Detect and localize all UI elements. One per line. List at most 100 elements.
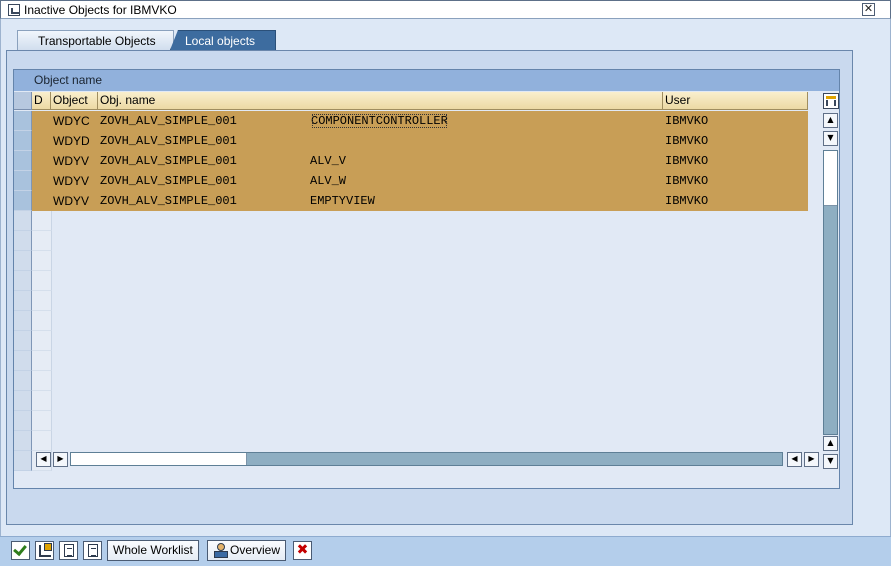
cell-d[interactable] bbox=[32, 151, 51, 171]
row-selector[interactable] bbox=[14, 311, 32, 331]
cell-obj-name[interactable]: ZOVH_ALV_SIMPLE_001 bbox=[98, 151, 308, 171]
row-selector[interactable] bbox=[14, 111, 32, 131]
whole-worklist-label: Whole Worklist bbox=[113, 543, 193, 557]
table-row[interactable]: WDYV ZOVH_ALV_SIMPLE_001 ALV_W IBMVKO bbox=[14, 171, 808, 191]
column-header-obj-name[interactable]: Obj. name bbox=[98, 92, 663, 110]
row-selector[interactable] bbox=[14, 331, 32, 351]
row-selector[interactable] bbox=[14, 271, 32, 291]
empty-row bbox=[14, 411, 808, 431]
cell-sub-name[interactable] bbox=[308, 131, 663, 151]
detail-icon[interactable] bbox=[83, 541, 102, 560]
cell-obj-name[interactable]: ZOVH_ALV_SIMPLE_001 bbox=[98, 191, 308, 211]
layout-config-icon[interactable] bbox=[823, 93, 839, 109]
scroll-down-bottom-icon[interactable]: ▼ bbox=[823, 454, 838, 469]
scroll-left-icon[interactable]: ◀ bbox=[36, 452, 51, 467]
scroll-right-icon[interactable]: ▶ bbox=[53, 452, 68, 467]
select-icon[interactable] bbox=[59, 541, 78, 560]
cell-user[interactable]: IBMVKO bbox=[663, 191, 808, 211]
table-row[interactable]: WDYV ZOVH_ALV_SIMPLE_001 EMPTYVIEW IBMVKO bbox=[14, 191, 808, 211]
empty-cell bbox=[32, 371, 52, 391]
empty-cell bbox=[32, 351, 52, 371]
empty-cell bbox=[32, 411, 52, 431]
row-selector[interactable] bbox=[14, 211, 32, 231]
column-header-d[interactable]: D bbox=[32, 92, 51, 110]
column-header-object[interactable]: Object bbox=[51, 92, 98, 110]
cell-user[interactable]: IBMVKO bbox=[663, 111, 808, 131]
row-selector[interactable] bbox=[14, 411, 32, 431]
empty-cell bbox=[32, 291, 52, 311]
scroll-up-icon[interactable]: ▲ bbox=[823, 113, 838, 128]
window-title: Inactive Objects for IBMVKO bbox=[24, 2, 177, 17]
vertical-scroll-thumb[interactable] bbox=[824, 151, 837, 206]
overview-button[interactable]: Overview bbox=[207, 540, 287, 561]
row-selector[interactable] bbox=[14, 151, 32, 171]
empty-cell bbox=[32, 311, 52, 331]
overview-label: Overview bbox=[230, 543, 281, 557]
row-selector[interactable] bbox=[14, 371, 32, 391]
cell-user[interactable]: IBMVKO bbox=[663, 151, 808, 171]
vertical-scrollbar[interactable] bbox=[823, 150, 838, 435]
cell-sub-name[interactable]: EMPTYVIEW bbox=[308, 191, 663, 211]
scroll-up-bottom-icon[interactable]: ▲ bbox=[823, 436, 838, 451]
cell-d[interactable] bbox=[32, 171, 51, 191]
whole-worklist-button[interactable]: Whole Worklist bbox=[107, 540, 199, 561]
empty-cell bbox=[32, 431, 52, 451]
cell-user[interactable]: IBMVKO bbox=[663, 171, 808, 191]
empty-row bbox=[14, 311, 808, 331]
scroll-down-icon[interactable]: ▼ bbox=[823, 131, 838, 146]
row-selector[interactable] bbox=[14, 351, 32, 371]
row-selector[interactable] bbox=[14, 131, 32, 151]
cell-obj-name[interactable]: ZOVH_ALV_SIMPLE_001 bbox=[98, 131, 308, 151]
empty-cell bbox=[32, 251, 52, 271]
empty-cell bbox=[32, 391, 52, 411]
row-selector[interactable] bbox=[14, 191, 32, 211]
horizontal-scroll-thumb[interactable] bbox=[71, 453, 247, 465]
table-row[interactable]: WDYV ZOVH_ALV_SIMPLE_001 ALV_V IBMVKO bbox=[14, 151, 808, 171]
cell-object[interactable]: WDYV bbox=[51, 151, 98, 171]
empty-row bbox=[14, 211, 808, 231]
button-bar: Whole Worklist Overview ✖ bbox=[0, 536, 891, 566]
table-row[interactable]: WDYC ZOVH_ALV_SIMPLE_001 COMPONENTCONTROLL… bbox=[14, 111, 808, 131]
cell-obj-name[interactable]: ZOVH_ALV_SIMPLE_001 bbox=[98, 171, 308, 191]
cell-d[interactable] bbox=[32, 191, 51, 211]
check-icon[interactable] bbox=[11, 541, 30, 560]
grid-title: Object name bbox=[14, 70, 839, 91]
close-icon[interactable]: ✕ bbox=[862, 3, 875, 16]
row-selector[interactable] bbox=[14, 431, 32, 451]
cell-object[interactable]: WDYD bbox=[51, 131, 98, 151]
empty-row bbox=[14, 271, 808, 291]
empty-row bbox=[14, 291, 808, 311]
empty-row bbox=[14, 391, 808, 411]
hierarchy-icon[interactable] bbox=[35, 541, 54, 560]
cell-sub-name[interactable]: ALV_W bbox=[308, 171, 663, 191]
table-row[interactable]: WDYD ZOVH_ALV_SIMPLE_001 IBMVKO bbox=[14, 131, 808, 151]
cell-sub-name[interactable]: COMPONENTCONTROLLER bbox=[308, 111, 663, 131]
cell-object[interactable]: WDYV bbox=[51, 171, 98, 191]
row-selector[interactable] bbox=[14, 291, 32, 311]
cancel-icon[interactable]: ✖ bbox=[293, 541, 312, 560]
cell-d[interactable] bbox=[32, 131, 51, 151]
tab-panel: Object name D Object Obj. name User WDYC… bbox=[6, 50, 853, 525]
scroll-left-end-icon[interactable]: ◀ bbox=[787, 452, 802, 467]
cell-d[interactable] bbox=[32, 111, 51, 131]
horizontal-scrollbar[interactable] bbox=[70, 452, 783, 466]
empty-row bbox=[14, 251, 808, 271]
cell-obj-name[interactable]: ZOVH_ALV_SIMPLE_001 bbox=[98, 111, 308, 131]
select-all-cell[interactable] bbox=[14, 92, 32, 110]
cell-sub-name[interactable]: ALV_V bbox=[308, 151, 663, 171]
row-selector[interactable] bbox=[14, 171, 32, 191]
row-selector[interactable] bbox=[14, 231, 32, 251]
empty-cell bbox=[32, 271, 52, 291]
column-header-user[interactable]: User bbox=[663, 92, 808, 110]
tab-strip: Transportable Objects Local objects bbox=[17, 30, 276, 50]
row-selector[interactable] bbox=[14, 251, 32, 271]
dialog-body: Transportable Objects Local objects Obje… bbox=[0, 19, 891, 566]
scroll-right-end-icon[interactable]: ▶ bbox=[804, 452, 819, 467]
cell-object[interactable]: WDYV bbox=[51, 191, 98, 211]
tab-transportable-objects[interactable]: Transportable Objects bbox=[17, 30, 174, 50]
cell-object[interactable]: WDYC bbox=[51, 111, 98, 131]
tab-local-objects[interactable]: Local objects bbox=[170, 30, 276, 50]
row-selector[interactable] bbox=[14, 391, 32, 411]
row-selector[interactable] bbox=[14, 451, 32, 471]
cell-user[interactable]: IBMVKO bbox=[663, 131, 808, 151]
